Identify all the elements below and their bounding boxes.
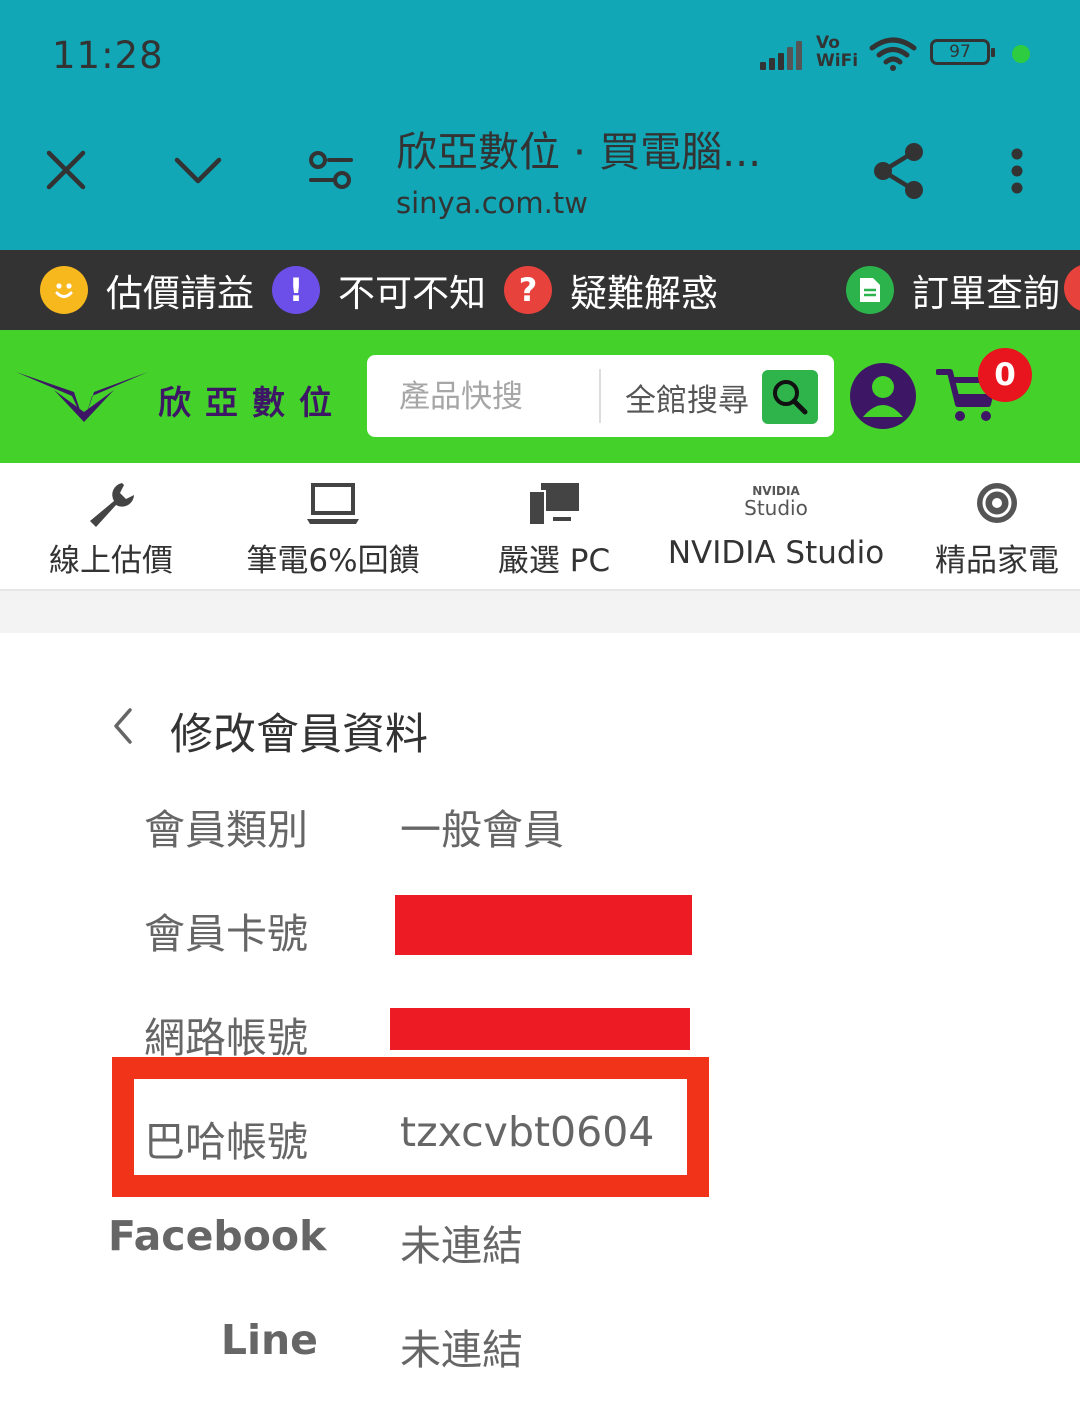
page-url[interactable]: sinya.com.tw	[396, 186, 588, 220]
exclamation-icon: !	[272, 266, 320, 314]
line-status[interactable]: 未連結	[400, 1316, 523, 1376]
battery-indicator: 97	[930, 39, 995, 65]
bahamut-account-value: tzxcvbt0604	[400, 1108, 655, 1156]
facebook-status[interactable]: 未連結	[400, 1212, 523, 1272]
notification-dot	[1012, 45, 1030, 63]
category-label: 嚴選 PC	[497, 543, 611, 579]
line-label: Line	[220, 1316, 318, 1364]
smiley-icon	[40, 266, 88, 314]
studio-text: Studio	[744, 496, 808, 520]
speaker-icon	[977, 483, 1017, 523]
form-title: 修改會員資料	[170, 710, 428, 760]
facebook-label: Facebook	[108, 1212, 327, 1260]
page-title: 欣亞數位 · 買電腦...	[396, 128, 762, 176]
quick-link-label: 訂單查詢	[912, 272, 1060, 315]
member-card-redaction	[395, 895, 692, 955]
category-premium-appliances[interactable]: 精品家電	[926, 463, 1068, 589]
close-icon[interactable]	[46, 150, 86, 190]
online-account-redaction	[390, 1008, 690, 1050]
online-account-label: 網路帳號	[144, 1014, 308, 1062]
question-icon: ?	[504, 266, 552, 314]
search-divider	[599, 369, 601, 423]
cart-count-badge: 0	[978, 348, 1032, 402]
chevron-down-icon[interactable]	[174, 156, 222, 186]
category-label: NVIDIA Studio	[667, 535, 885, 571]
more-options-icon[interactable]	[1008, 148, 1026, 194]
nvidia-studio-icon: NVIDIA Studio	[731, 485, 821, 519]
category-label: 線上估價	[49, 543, 173, 579]
laptop-icon	[307, 483, 359, 524]
category-nvidia-studio[interactable]: NVIDIA Studio NVIDIA Studio	[660, 463, 892, 589]
quick-links-bar: 估價請益 ! 不可不知 ? 疑難解惑 訂單查詢	[0, 250, 1080, 330]
search-input[interactable]	[397, 355, 601, 439]
category-label: 精品家電	[935, 543, 1059, 579]
search-icon	[773, 380, 808, 415]
quick-link-label: 疑難解惑	[570, 272, 718, 315]
section-divider	[0, 591, 1080, 633]
wrench-icon	[90, 483, 134, 527]
quick-link-order-lookup[interactable]: 訂單查詢	[846, 264, 1060, 316]
user-icon	[863, 376, 903, 417]
category-online-estimate[interactable]: 線上估價	[22, 463, 200, 589]
desktop-pc-icon	[528, 483, 579, 526]
member-type-label: 會員類別	[144, 806, 308, 854]
logo-text[interactable]: 欣亞數位	[158, 376, 346, 424]
signal-strength-icon	[760, 40, 808, 70]
member-card-label: 會員卡號	[144, 910, 308, 958]
browser-chrome: 11:28 Vo WiFi 97 欣亞數位 · 買電腦... sinya.com…	[0, 0, 1080, 250]
status-time: 11:28	[52, 34, 164, 77]
member-type-value: 一般會員	[400, 806, 564, 854]
back-arrow-icon[interactable]	[104, 704, 144, 748]
search-button[interactable]	[762, 370, 818, 424]
bahamut-account-label: 巴哈帳號	[144, 1118, 308, 1166]
category-label: 筆電6%回饋	[246, 543, 420, 579]
quick-link-label: 不可不知	[338, 272, 486, 315]
quick-link-faq[interactable]: ? 疑難解惑	[504, 264, 718, 316]
wifi-icon	[869, 37, 917, 71]
category-selected-pc[interactable]: 嚴選 PC	[478, 463, 630, 589]
vowifi-indicator: Vo WiFi	[816, 33, 859, 71]
category-laptop-cashback[interactable]: 筆電6%回饋	[226, 463, 440, 589]
sinya-logo-icon[interactable]	[14, 366, 150, 424]
account-button[interactable]	[850, 363, 916, 429]
site-header: 欣亞數位 全館搜尋	[0, 330, 1080, 463]
quick-link-must-know[interactable]: ! 不可不知	[272, 264, 486, 316]
quick-link-estimate[interactable]: 估價請益	[40, 264, 254, 316]
site-settings-icon[interactable]	[308, 150, 354, 190]
category-nav: 線上估價 筆電6%回饋 嚴選 PC NVIDIA Studio NVIDIA S…	[0, 463, 1080, 591]
quick-link-label: 估價請益	[106, 272, 254, 315]
partial-item-icon	[1064, 264, 1080, 312]
search-box: 全館搜尋	[367, 355, 834, 439]
share-icon[interactable]	[872, 142, 926, 200]
document-icon	[846, 266, 894, 314]
search-scope-select[interactable]: 全館搜尋	[625, 375, 749, 420]
